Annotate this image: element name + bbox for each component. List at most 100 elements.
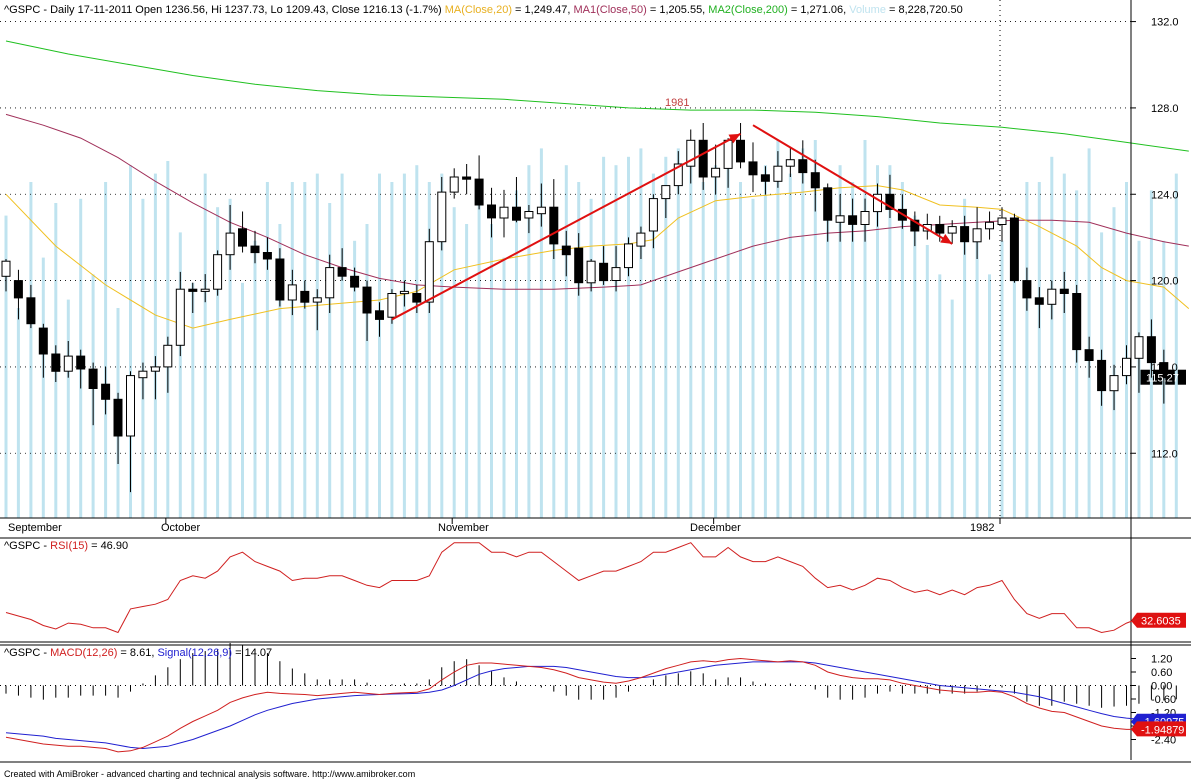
candle-down <box>362 286 372 314</box>
volume-bar <box>253 240 257 519</box>
candle-up <box>1122 357 1131 377</box>
candle-down <box>412 293 422 303</box>
candle-down <box>561 245 571 256</box>
volume-bar <box>502 257 506 518</box>
candle-up <box>624 243 633 269</box>
volume-bar <box>203 173 207 518</box>
candle-down <box>748 161 758 176</box>
volume-bar <box>1174 173 1178 518</box>
volume-bar <box>415 165 419 518</box>
volume-bar <box>826 198 830 519</box>
macd-y-tick-label: 1.20 <box>1151 654 1172 666</box>
x-label-november: November <box>438 522 489 534</box>
candle-up <box>661 185 671 200</box>
price-y-tick-label: 128.0 <box>1151 103 1179 115</box>
candle-up <box>312 297 322 303</box>
candle-down <box>26 297 36 325</box>
candle-up <box>985 221 994 230</box>
candle-up <box>437 191 447 243</box>
candle-down <box>38 327 48 355</box>
x-label-december: December <box>690 522 741 534</box>
volume-bar <box>577 182 581 518</box>
candle-up <box>636 232 646 247</box>
candle-down <box>574 247 584 284</box>
candle-up <box>611 267 621 282</box>
volume-bar <box>1000 240 1004 519</box>
candle-up <box>163 344 173 368</box>
x-label-1982: 1982 <box>970 522 994 534</box>
volume-bar <box>141 198 145 519</box>
macd-last-label: -1.94879 <box>1141 724 1184 736</box>
candle-up <box>972 228 982 243</box>
volume-bar <box>639 148 643 518</box>
candle-up <box>1 260 11 277</box>
candle-down <box>1034 297 1044 305</box>
candle-up <box>997 217 1007 225</box>
volume-bar <box>1037 182 1041 518</box>
candle-up <box>175 288 185 346</box>
candle-down <box>810 172 820 189</box>
candle-down <box>599 262 609 282</box>
candle-up <box>1047 288 1057 305</box>
candle-down <box>823 187 833 221</box>
candle-down <box>51 353 61 372</box>
macd-y-tick-label: 0.00 <box>1151 681 1172 693</box>
candle-up <box>325 267 335 299</box>
chart-background <box>0 0 1191 781</box>
candle-down <box>1097 359 1107 392</box>
volume-bar <box>975 240 979 519</box>
volume-bar <box>863 140 867 518</box>
volume-bar <box>265 182 269 518</box>
candle-up <box>287 284 297 301</box>
candle-down <box>474 178 484 206</box>
macd-pane-title: ^GSPC - MACD(12,26) = 8.61, Signal(12,26… <box>4 647 272 659</box>
price-y-tick-label: 124.0 <box>1151 189 1179 201</box>
candle-up <box>524 211 534 219</box>
candle-up <box>648 198 658 232</box>
volume-bar <box>328 203 332 518</box>
candle-up <box>711 167 721 178</box>
candle-down <box>300 290 310 303</box>
candle-down <box>1084 349 1094 362</box>
candle-up <box>773 165 783 182</box>
rsi-pane-title: ^GSPC - RSI(15) = 46.90 <box>4 540 128 552</box>
volume-bar <box>477 198 481 519</box>
candle-down <box>350 275 360 288</box>
candle-up <box>200 288 210 292</box>
candle-down <box>238 228 247 247</box>
candle-up <box>150 366 160 372</box>
volume-bar <box>402 173 406 518</box>
candle-down <box>13 280 23 299</box>
candle-down <box>250 245 260 254</box>
volume-bar <box>1112 207 1116 518</box>
candle-down <box>76 355 86 370</box>
chart-canvas: Created with AmiBroker - advanced charti… <box>0 0 1191 781</box>
volume-bar <box>1012 274 1016 518</box>
volume-bar <box>925 245 929 518</box>
candle-down <box>101 383 111 400</box>
candle-up <box>586 260 596 284</box>
candle-up <box>860 211 870 225</box>
volume-bar <box>701 182 705 518</box>
candle-down <box>337 267 347 277</box>
volume-bar <box>602 156 606 519</box>
x-label-september: September <box>8 522 62 534</box>
volume-bar <box>66 299 70 518</box>
price-y-tick-label: 132.0 <box>1151 17 1179 29</box>
candle-down <box>549 206 559 245</box>
candle-down <box>1022 280 1032 299</box>
price-y-tick-label: 120.0 <box>1151 276 1179 288</box>
candle-up <box>835 215 845 223</box>
candle-up <box>138 370 148 379</box>
candle-up <box>723 139 733 169</box>
candle-up <box>1109 375 1119 392</box>
volume-bar <box>614 165 618 518</box>
volume-bar <box>689 140 693 518</box>
amibroker-chart: Created with AmiBroker - advanced charti… <box>0 0 1191 781</box>
volume-bar <box>365 224 369 518</box>
candle-down <box>798 159 808 174</box>
price-pane-title: ^GSPC - Daily 17-11-2011 Open 1236.56, H… <box>4 4 963 16</box>
candle-down <box>698 139 708 178</box>
candle-down <box>462 176 472 180</box>
candle-down <box>1059 288 1069 295</box>
